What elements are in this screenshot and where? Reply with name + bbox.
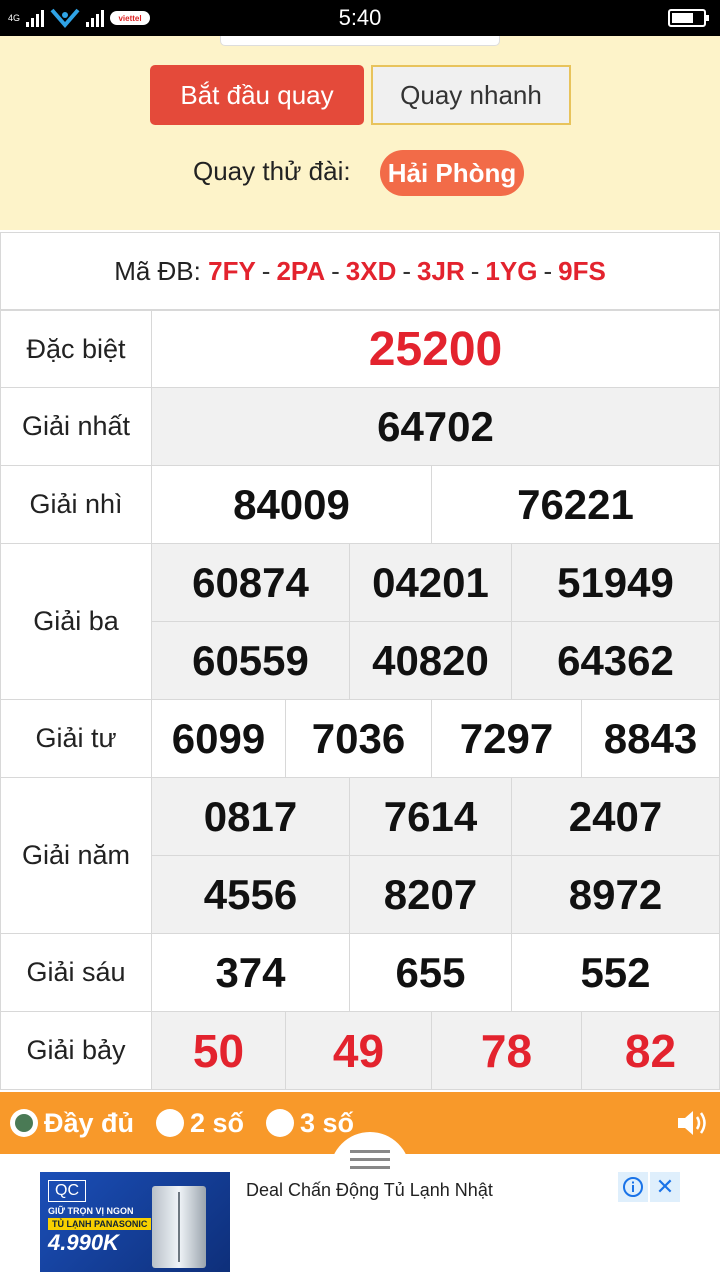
prize-label-first: Giải nhất bbox=[0, 387, 152, 466]
prize-number-first: 64702 bbox=[151, 387, 720, 466]
search-box-edge[interactable] bbox=[220, 36, 500, 46]
prize-number-third: 60874 bbox=[151, 543, 350, 622]
prize-number-fifth: 2407 bbox=[511, 777, 720, 856]
special-codes-label: Mã ĐB: bbox=[114, 255, 201, 286]
option-two-digits[interactable]: 2 số bbox=[156, 1092, 244, 1154]
prize-number-fourth: 7036 bbox=[285, 699, 432, 778]
special-code: 7FY bbox=[208, 255, 256, 286]
prize-label-second: Giải nhì bbox=[0, 465, 152, 544]
prize-label-fourth: Giải tư bbox=[0, 699, 152, 778]
station-label: Quay thử đài: bbox=[193, 156, 351, 186]
prize-number-sixth: 374 bbox=[151, 933, 350, 1012]
prize-label-third: Giải ba bbox=[0, 543, 152, 700]
start-spin-button[interactable]: Bắt đầu quay bbox=[150, 65, 364, 125]
prize-label-fifth: Giải năm bbox=[0, 777, 152, 934]
special-code: 9FS bbox=[558, 255, 606, 286]
option-two-label: 2 số bbox=[190, 1107, 245, 1138]
radio-unchecked-icon[interactable] bbox=[266, 1109, 294, 1137]
special-code: 3JR bbox=[417, 255, 465, 286]
status-time: 5:40 bbox=[338, 5, 382, 30]
prize-number-third: 40820 bbox=[349, 621, 512, 700]
prize-number-fifth: 8207 bbox=[349, 855, 512, 934]
ad-badge: QC bbox=[48, 1180, 86, 1202]
option-full[interactable]: Đầy đủ bbox=[10, 1092, 134, 1154]
prize-number-fifth: 8972 bbox=[511, 855, 720, 934]
prize-number-sixth: 552 bbox=[511, 933, 720, 1012]
prize-number-third: 51949 bbox=[511, 543, 720, 622]
prize-label-special: Đặc biệt bbox=[0, 310, 152, 388]
prize-number-fourth: 6099 bbox=[151, 699, 286, 778]
prize-number-fourth: 8843 bbox=[581, 699, 720, 778]
battery-icon bbox=[668, 9, 709, 27]
prize-number-third: 04201 bbox=[349, 543, 512, 622]
prize-number-seventh: 82 bbox=[581, 1011, 720, 1090]
special-code: 3XD bbox=[345, 255, 397, 286]
quick-spin-button[interactable]: Quay nhanh bbox=[371, 65, 571, 125]
prize-number-fifth: 4556 bbox=[151, 855, 350, 934]
ad-image[interactable]: QC GIỮ TRỌN VỊ NGON TỦ LẠNH PANASONIC 4.… bbox=[40, 1172, 230, 1272]
radio-checked-icon[interactable] bbox=[10, 1109, 38, 1137]
special-code: 1YG bbox=[485, 255, 538, 286]
ad-image-tagline: GIỮ TRỌN VỊ NGON bbox=[48, 1206, 134, 1216]
prize-number-second: 76221 bbox=[431, 465, 720, 544]
prize-number-seventh: 50 bbox=[151, 1011, 286, 1090]
prize-number-fifth: 7614 bbox=[349, 777, 512, 856]
option-three-label: 3 số bbox=[300, 1107, 355, 1138]
prize-number-fourth: 7297 bbox=[431, 699, 582, 778]
prize-number-third: 60559 bbox=[151, 621, 350, 700]
prize-label-seventh: Giải bảy bbox=[0, 1011, 152, 1090]
prize-number-seventh: 78 bbox=[431, 1011, 582, 1090]
prize-number-sixth: 655 bbox=[349, 933, 512, 1012]
ad-info-icon[interactable] bbox=[618, 1172, 648, 1202]
radio-unchecked-icon[interactable] bbox=[156, 1109, 184, 1137]
status-bar: 4G viettel 5:40 bbox=[0, 0, 720, 36]
prize-number-special: 25200 bbox=[151, 310, 720, 388]
ad-close-icon[interactable]: ✕ bbox=[650, 1172, 680, 1202]
special-code: 2PA bbox=[276, 255, 326, 286]
prize-number-fifth: 0817 bbox=[151, 777, 350, 856]
prize-number-second: 84009 bbox=[151, 465, 432, 544]
ad-title[interactable]: Deal Chấn Động Tủ Lạnh Nhật bbox=[246, 1180, 493, 1201]
station-selector[interactable]: Hải Phòng bbox=[380, 150, 524, 196]
ad-image-price: 4.990K bbox=[48, 1230, 119, 1255]
special-codes-row: Mã ĐB: 7FY - 2PA - 3XD - 3JR - 1YG - 9FS bbox=[0, 232, 720, 310]
prize-number-seventh: 49 bbox=[285, 1011, 432, 1090]
prize-number-third: 64362 bbox=[511, 621, 720, 700]
ad-image-product: TỦ LẠNH PANASONIC bbox=[48, 1218, 152, 1230]
prize-label-sixth: Giải sáu bbox=[0, 933, 152, 1012]
option-full-label: Đầy đủ bbox=[44, 1107, 135, 1138]
speaker-icon[interactable] bbox=[674, 1105, 710, 1141]
fridge-image bbox=[152, 1186, 206, 1268]
